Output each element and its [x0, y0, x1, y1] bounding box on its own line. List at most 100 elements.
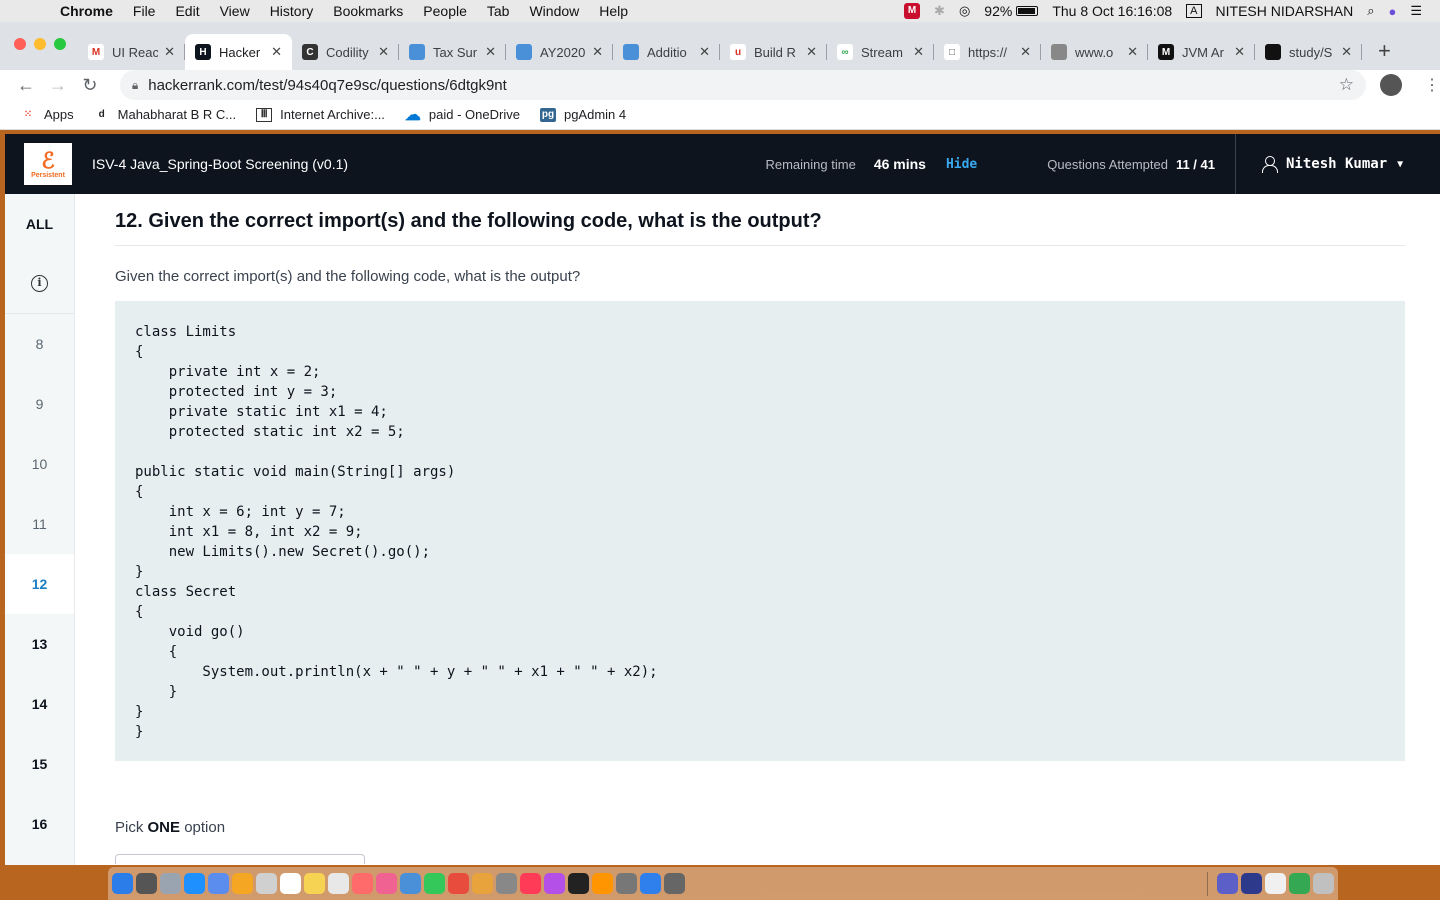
tab-close-icon[interactable]: ✕: [1020, 44, 1031, 60]
tab-close-icon[interactable]: ✕: [913, 44, 924, 60]
dock-app-icon[interactable]: [616, 873, 637, 894]
browser-tab[interactable]: Additio ✕: [613, 34, 720, 70]
dock-app-icon[interactable]: [1289, 873, 1310, 894]
browser-tab[interactable]: AY2020 ✕: [506, 34, 613, 70]
browser-tab[interactable]: u Build R ✕: [720, 34, 827, 70]
sidebar-question-11[interactable]: 11: [5, 494, 74, 554]
tab-close-icon[interactable]: ✕: [1234, 44, 1245, 60]
siri-icon[interactable]: ●: [1388, 4, 1396, 19]
dock-app-icon[interactable]: [280, 873, 301, 894]
menu-window[interactable]: Window: [519, 3, 589, 19]
menu-edit[interactable]: Edit: [165, 3, 209, 19]
menu-tab[interactable]: Tab: [477, 3, 520, 19]
sidebar-question-13[interactable]: 13: [5, 614, 74, 674]
browser-tab[interactable]: □ https:// ✕: [934, 34, 1041, 70]
browser-tab[interactable]: M UI Reac ✕: [78, 34, 185, 70]
clock[interactable]: Thu 8 Oct 16:16:08: [1052, 3, 1172, 19]
input-source-icon[interactable]: A: [1186, 4, 1202, 18]
menubar-user[interactable]: NITESH NIDARSHAN: [1216, 3, 1354, 19]
sidebar-question-14[interactable]: 14: [5, 674, 74, 734]
tab-close-icon[interactable]: ✕: [592, 44, 603, 60]
browser-tab[interactable]: study/S ✕: [1255, 34, 1362, 70]
bookmark-internet-archive[interactable]: Ⅲ Internet Archive:...: [256, 107, 385, 122]
bookmark-apps[interactable]: ⁙ Apps: [20, 107, 74, 122]
menu-app-name[interactable]: Chrome: [50, 3, 123, 19]
tab-close-icon[interactable]: ✕: [1127, 44, 1138, 60]
dock-app-icon[interactable]: [568, 873, 589, 894]
tab-close-icon[interactable]: ✕: [1341, 44, 1352, 60]
hide-timer-button[interactable]: Hide: [946, 157, 977, 172]
browser-tab[interactable]: M JVM Ar ✕: [1148, 34, 1255, 70]
tab-close-icon[interactable]: ✕: [378, 44, 389, 60]
menu-file[interactable]: File: [123, 3, 166, 19]
dock-app-icon[interactable]: [424, 873, 445, 894]
chrome-menu-icon[interactable]: ⋮: [1424, 75, 1440, 95]
url-text[interactable]: hackerrank.com/test/94s40q7e9sc/question…: [148, 77, 1339, 94]
menu-history[interactable]: History: [260, 3, 324, 19]
menu-bookmarks[interactable]: Bookmarks: [323, 3, 413, 19]
dock-app-icon[interactable]: [1313, 873, 1334, 894]
fullscreen-window-icon[interactable]: [54, 38, 66, 50]
dock-app-icon[interactable]: [184, 873, 205, 894]
dock-app-icon[interactable]: [1217, 873, 1238, 894]
browser-tab[interactable]: Tax Sur ✕: [399, 34, 506, 70]
tab-close-icon[interactable]: ✕: [485, 44, 496, 60]
control-center-icon[interactable]: ☰: [1410, 3, 1422, 19]
dock-app-icon[interactable]: [1241, 873, 1262, 894]
dock-app-icon[interactable]: [112, 873, 133, 894]
sidebar-question-9[interactable]: 9: [5, 374, 74, 434]
wifi-icon[interactable]: ◎: [959, 3, 970, 19]
browser-tab[interactable]: C Codility ✕: [292, 34, 399, 70]
bookmark-mahabharat[interactable]: d Mahabharat B R C...: [94, 107, 237, 122]
tab-close-icon[interactable]: ✕: [164, 44, 175, 60]
menu-view[interactable]: View: [210, 3, 260, 19]
tab-close-icon[interactable]: ✕: [806, 44, 817, 60]
dock-app-icon[interactable]: [304, 873, 325, 894]
dock-app-icon[interactable]: [208, 873, 229, 894]
dock-app-icon[interactable]: [640, 873, 661, 894]
answer-option[interactable]: [115, 854, 365, 864]
bluetooth-icon[interactable]: ✱: [934, 3, 945, 19]
lock-icon[interactable]: 🔒︎: [132, 78, 138, 93]
close-window-icon[interactable]: [14, 38, 26, 50]
dock-app-icon[interactable]: [256, 873, 277, 894]
browser-tab[interactable]: ∞ Stream ✕: [827, 34, 934, 70]
battery-indicator[interactable]: 92%: [984, 3, 1039, 19]
new-tab-button[interactable]: +: [1362, 38, 1391, 70]
spotlight-search-icon[interactable]: ⌕: [1367, 3, 1374, 19]
dock-app-icon[interactable]: [496, 873, 517, 894]
address-bar[interactable]: 🔒︎ hackerrank.com/test/94s40q7e9sc/quest…: [119, 70, 1367, 100]
sidebar-question-15[interactable]: 15: [5, 734, 74, 794]
profile-avatar-icon[interactable]: [1380, 74, 1402, 96]
bookmark-onedrive[interactable]: ☁ paid - OneDrive: [405, 107, 520, 124]
menu-people[interactable]: People: [413, 3, 477, 19]
menu-help[interactable]: Help: [589, 3, 638, 19]
dock-app-icon[interactable]: [400, 873, 421, 894]
sidebar-question-16[interactable]: 16: [5, 794, 74, 854]
reload-button[interactable]: ↻: [74, 75, 106, 96]
dock-app-icon[interactable]: [136, 873, 157, 894]
minimize-window-icon[interactable]: [34, 38, 46, 50]
tab-close-icon[interactable]: ✕: [271, 44, 282, 60]
dock-app-icon[interactable]: [232, 873, 253, 894]
mcafee-icon[interactable]: M: [904, 3, 921, 19]
browser-tab[interactable]: www.o ✕: [1041, 34, 1148, 70]
tab-close-icon[interactable]: ✕: [699, 44, 710, 60]
dock-app-icon[interactable]: [1265, 873, 1286, 894]
dock-app-icon[interactable]: [160, 873, 181, 894]
sidebar-question-12[interactable]: 12: [5, 554, 74, 614]
browser-tab[interactable]: H Hacker ✕: [185, 34, 292, 70]
dock-app-icon[interactable]: [592, 873, 613, 894]
back-button[interactable]: ←: [10, 75, 42, 96]
user-menu[interactable]: Nitesh Kumar ▼: [1235, 134, 1440, 194]
dock-app-icon[interactable]: [664, 873, 685, 894]
dock-app-icon[interactable]: [520, 873, 541, 894]
sidebar-info[interactable]: i: [5, 254, 74, 314]
dock-app-icon[interactable]: [376, 873, 397, 894]
sidebar-question-8[interactable]: 8: [5, 314, 74, 374]
sidebar-all[interactable]: ALL: [5, 194, 74, 254]
dock-app-icon[interactable]: [544, 873, 565, 894]
dock-app-icon[interactable]: [352, 873, 373, 894]
dock-app-icon[interactable]: [472, 873, 493, 894]
bookmark-pgadmin[interactable]: pg pgAdmin 4: [539, 107, 626, 122]
